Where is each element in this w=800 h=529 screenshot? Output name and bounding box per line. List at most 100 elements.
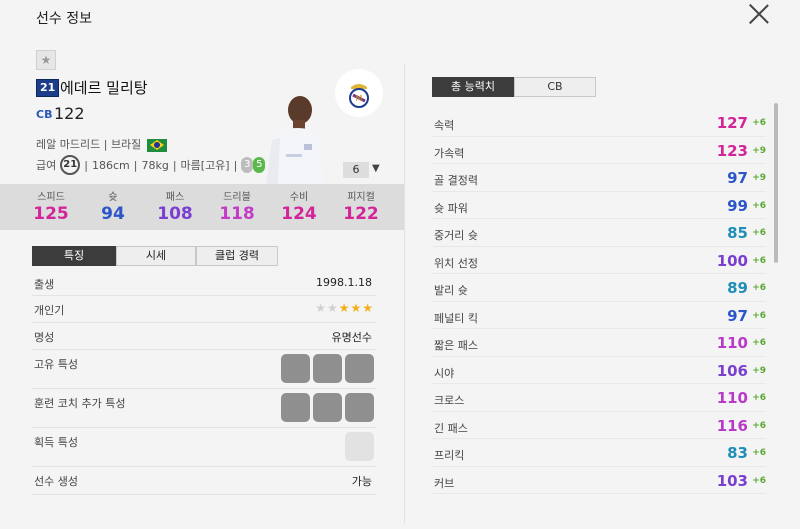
svg-text:M: M: [356, 94, 363, 103]
trait-diamond-icon[interactable]: [281, 354, 310, 383]
attribute-value: 103: [716, 471, 748, 490]
attribute-name: 발리 슛: [434, 284, 468, 297]
separator: |: [233, 158, 238, 172]
attribute-value: 89: [727, 279, 748, 297]
stat-value: 125: [33, 204, 69, 224]
stat-value: 94: [101, 204, 125, 224]
lock-icon: [345, 432, 374, 461]
attribute-bonus: +6: [752, 420, 766, 431]
chevron-down-icon[interactable]: ▼: [372, 163, 380, 174]
enhance-level[interactable]: 6: [343, 162, 369, 178]
tab-traits[interactable]: 특징: [32, 246, 116, 266]
trait-shield-icon[interactable]: [345, 393, 374, 422]
attribute-bonus: +9: [752, 173, 766, 183]
acquired-trait-icons: [345, 432, 374, 461]
attribute-bonus: +6: [752, 475, 766, 486]
favorite-star-icon[interactable]: ★: [36, 50, 56, 70]
attribute-name: 짧은 패스: [434, 339, 478, 352]
attribute-name: 위치 선정: [434, 256, 478, 270]
attribute-row: 골 결정력 97 +9: [432, 164, 766, 192]
coach-traits-label: 훈련 코치 추가 특성: [34, 397, 126, 410]
stat-item: 스피드 125: [20, 184, 82, 230]
stat-item: 슛 94: [82, 184, 144, 230]
stat-label: 패스: [165, 192, 185, 203]
trait-snake-icon[interactable]: [313, 354, 342, 383]
stat-value: 124: [281, 204, 317, 224]
stat-item: 수비 124: [268, 184, 330, 230]
attribute-bonus: +6: [752, 338, 766, 348]
player-info-line: 급여 21 | 186cm | 78kg | 마름[고유] | 3 5: [36, 155, 266, 175]
panel-divider: [404, 64, 405, 524]
stat-label: 스피드: [37, 192, 65, 203]
attribute-bonus: +6: [752, 228, 766, 238]
attribute-list: 속력 127 +6 가속력 123 +9 골 결정력 97 +9 슛 파워 99 +6 중거리 …: [432, 109, 766, 494]
attribute-value: 123: [716, 141, 748, 160]
fame-value: 유명선수: [331, 331, 372, 344]
attribute-name: 속력: [434, 119, 455, 132]
separator: |: [103, 138, 108, 151]
scrollbar[interactable]: [774, 103, 778, 263]
attribute-value: 110: [716, 334, 748, 352]
stat-label: 피지컬: [347, 192, 375, 203]
attribute-row: 가속력 123 +9: [432, 137, 766, 164]
acquired-traits-label: 획득 특성: [34, 436, 78, 449]
attribute-name: 긴 패스: [434, 421, 468, 435]
list-item: 선수 생성 가능: [32, 467, 376, 495]
trait-bull-icon[interactable]: [345, 354, 374, 383]
right-foot-badge: 3: [241, 157, 254, 173]
list-item: 획득 특성: [32, 428, 376, 467]
list-item: 훈련 코치 추가 특성: [32, 389, 376, 428]
separator: |: [172, 158, 177, 172]
fame-label: 명성: [34, 331, 55, 344]
attribute-name: 중거리 슛: [434, 229, 478, 242]
attribute-bonus: +9: [752, 145, 766, 156]
attribute-name: 슛 파워: [434, 201, 468, 215]
attribute-row: 크로스 110 +6: [432, 384, 766, 412]
birth-value: 1998.1.18: [316, 276, 372, 289]
club-nation-line: 레알 마드리드 | 브라질: [36, 136, 167, 152]
player-overall: 122: [54, 104, 85, 123]
tab-position[interactable]: CB: [514, 77, 596, 97]
attribute-row: 페널티 킥 97 +6: [432, 302, 766, 329]
stat-value: 122: [343, 204, 379, 224]
page-title: 선수 정보: [36, 11, 92, 27]
attribute-tabs: 총 능력치 CB: [432, 77, 596, 97]
attribute-bonus: +6: [752, 448, 766, 458]
club-name: 레알 마드리드: [36, 138, 101, 151]
list-item: 명성 유명선수: [32, 323, 376, 350]
stat-label: 드리블: [223, 192, 251, 203]
stat-value: 108: [157, 204, 193, 224]
stat-item: 패스 108: [144, 184, 206, 230]
unique-trait-icons: [281, 354, 374, 383]
stat-label: 슛: [108, 192, 118, 203]
attribute-value: 97: [727, 169, 748, 187]
close-icon[interactable]: [748, 2, 770, 24]
tab-market-price[interactable]: 시세: [116, 246, 196, 266]
unique-traits-label: 고유 특성: [34, 358, 78, 371]
attribute-name: 커브: [434, 476, 455, 490]
stat-item: 피지컬 122: [330, 184, 392, 230]
summary-stats: 스피드 125 슛 94 패스 108 드리블 118 수비 124 피지컬 1…: [0, 184, 404, 230]
height: 186cm: [91, 158, 130, 172]
attribute-bonus: +6: [752, 200, 766, 211]
brazil-flag-icon: [146, 138, 167, 152]
list-item: 출생 1998.1.18: [32, 270, 376, 296]
tab-club-career[interactable]: 클럽 경력: [196, 246, 278, 266]
attribute-bonus: +6: [752, 283, 766, 293]
trait-chevron-icon[interactable]: [281, 393, 310, 422]
attribute-row: 발리 슛 89 +6: [432, 274, 766, 302]
attribute-value: 127: [716, 114, 748, 132]
attribute-row: 긴 패스 116 +6: [432, 412, 766, 439]
player-create-value: 가능: [351, 475, 372, 488]
tab-total-stats[interactable]: 총 능력치: [432, 77, 514, 97]
attribute-value: 97: [727, 306, 748, 325]
attribute-row: 속력 127 +6: [432, 109, 766, 137]
coach-trait-icons: [281, 393, 374, 422]
birth-label: 출생: [34, 278, 55, 291]
attribute-value: 83: [727, 444, 748, 462]
attribute-bonus: +6: [752, 255, 766, 266]
separator: |: [84, 158, 88, 172]
attribute-row: 위치 선정 100 +6: [432, 247, 766, 274]
trait-clock-icon[interactable]: [313, 393, 342, 422]
skill-moves-label: 개인기: [34, 304, 65, 317]
